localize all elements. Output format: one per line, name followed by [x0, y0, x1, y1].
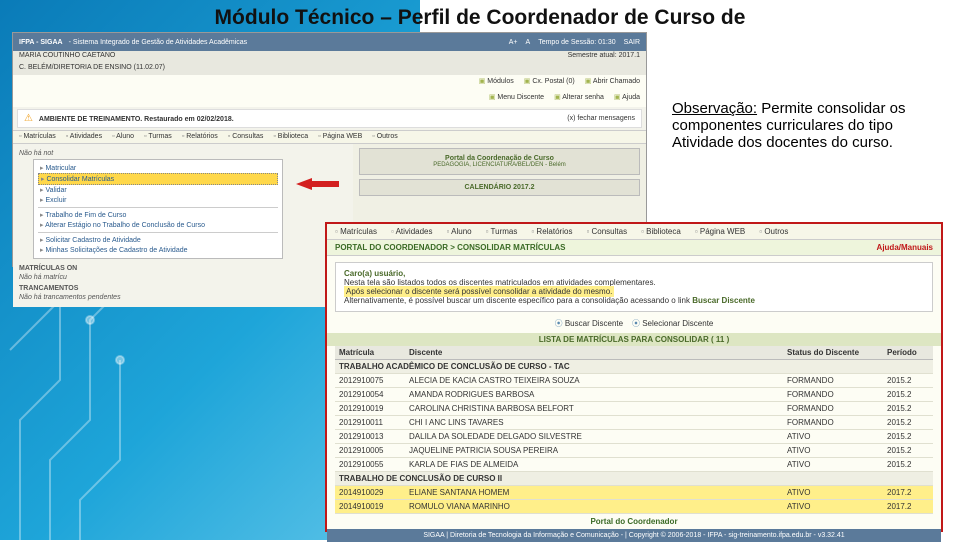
tab-aluno[interactable]: Aluno: [112, 133, 134, 141]
warning-icon: ⚠: [24, 113, 33, 124]
atividades-dropdown: Matricular Consolidar Matrículas Validar…: [33, 159, 283, 259]
tab2-turmas[interactable]: Turmas: [486, 227, 518, 236]
tab-turmas[interactable]: Turmas: [144, 133, 172, 141]
sect-trancamentos-empty: Não há trancamentos pendentes: [19, 294, 347, 301]
no-notif-text: Não há not: [19, 150, 347, 157]
main-tabs-2: Matrículas Atividades Aluno Turmas Relat…: [327, 224, 941, 240]
list-header: LISTA DE MATRÍCULAS PARA CONSOLIDAR ( 11…: [327, 333, 941, 346]
slide-title: Módulo Técnico – Perfil de Coordenador d…: [0, 0, 960, 30]
subbar2: C. BELÉM/DIRETORIA DE ENSINO (11.02.07): [13, 63, 646, 75]
table-row[interactable]: 2012910055KARLA DE FIAS DE ALMEIDAATIVO2…: [335, 458, 933, 472]
iconrow: Módulos Cx. Postal (0) Abrir Chamado: [13, 75, 646, 91]
calendar-box: CALENDÁRIO 2017.2: [359, 179, 640, 196]
tab2-aluno[interactable]: Aluno: [447, 227, 472, 236]
tab-consultas[interactable]: Consultas: [228, 133, 264, 141]
portal-title-box: Portal da Coordenação de Curso PEDAGOGIA…: [359, 148, 640, 175]
table-row[interactable]: 2012910075ALECIA DE KACIA CASTRO TEIXEIR…: [335, 374, 933, 388]
screenshot-consolidar-matriculas: Matrículas Atividades Aluno Turmas Relat…: [325, 222, 943, 532]
sect-matriculas: MATRÍCULAS ON: [19, 265, 347, 272]
dd-tfc[interactable]: Trabalho de Fim de Curso: [38, 210, 278, 220]
action-buscar-discente[interactable]: Buscar Discente: [555, 319, 623, 328]
observation-title: Observação:: [672, 100, 757, 117]
logout-link[interactable]: SAIR: [624, 39, 640, 46]
col-status: Status do Discente: [783, 346, 883, 360]
table-row[interactable]: 2012910054AMANDA RODRIGUES BARBOSAFORMAN…: [335, 388, 933, 402]
tab-matriculas[interactable]: Matrículas: [19, 133, 56, 141]
table-section: TRABALHO ACADÊMICO DE CONCLUSÃO DE CURSO…: [335, 360, 933, 374]
link-ajuda[interactable]: Ajuda: [614, 93, 640, 105]
link-alterarsenha[interactable]: Alterar senha: [554, 93, 604, 105]
dd-solicitar-cadastro[interactable]: Solicitar Cadastro de Atividade: [38, 235, 278, 245]
matriculas-table: Matrícula Discente Status do Discente Pe…: [335, 346, 933, 514]
session-time: Tempo de Sessão: 01:30: [538, 39, 615, 46]
msg-greet: Caro(a) usuário,: [344, 269, 405, 278]
info-message: Caro(a) usuário, Nesta tela são listados…: [335, 262, 933, 312]
red-arrow-annotation: [296, 178, 340, 190]
tab-relatorios[interactable]: Relatórios: [182, 133, 218, 141]
sect-matriculas-empty: Não há matrícu: [19, 274, 347, 281]
table-row[interactable]: 2012910011CHI I ANC LINS TAVARESFORMANDO…: [335, 416, 933, 430]
font-reset[interactable]: A: [526, 39, 531, 46]
table-row[interactable]: 2012910013DALILA DA SOLEDADE DELGADO SIL…: [335, 430, 933, 444]
sect-trancamentos: TRANCAMENTOS: [19, 285, 347, 292]
link-chamado[interactable]: Abrir Chamado: [585, 77, 640, 89]
msg-line3a: Alternativamente, é possível buscar um d…: [344, 296, 692, 305]
breadcrumb-bar: PORTAL DO COORDENADOR > CONSOLIDAR MATRÍ…: [327, 240, 941, 256]
tab2-outros[interactable]: Outros: [759, 227, 788, 236]
tab2-biblioteca[interactable]: Biblioteca: [641, 227, 681, 236]
col-periodo: Período: [883, 346, 933, 360]
portal-course: PEDAGOGIA, LICENCIATURA/BEL/DEN - Belém: [364, 162, 635, 168]
tab2-atividades[interactable]: Atividades: [391, 227, 433, 236]
subbar: MARIA COUTINHO CAETANO Semestre atual: 2…: [13, 51, 646, 63]
table-row[interactable]: 2012910005JAQUELINE PATRICIA SOUSA PEREI…: [335, 444, 933, 458]
help-link[interactable]: Ajuda/Manuais: [877, 243, 933, 252]
table-row[interactable]: 2012910019CAROLINA CHRISTINA BARBOSA BEL…: [335, 402, 933, 416]
col-matricula: Matrícula: [335, 346, 405, 360]
link-cxpostal[interactable]: Cx. Postal (0): [524, 77, 575, 89]
tab2-consultas[interactable]: Consultas: [586, 227, 627, 236]
topbar: IFPA - SIGAA - Sistema Integrado de Gest…: [13, 33, 646, 51]
left-panel: Não há not Matricular Consolidar Matrícu…: [13, 144, 353, 307]
app-subtitle: - Sistema Integrado de Gestão de Ativida…: [69, 39, 248, 46]
footer-bar: SIGAA | Diretoria de Tecnologia da Infor…: [327, 529, 941, 542]
org-unit: C. BELÉM/DIRETORIA DE ENSINO (11.02.07): [19, 64, 165, 74]
close-messages-link[interactable]: (x) fechar mensagens: [567, 115, 635, 122]
msg-buscar-discente-link[interactable]: Buscar Discente: [692, 296, 755, 305]
dd-matricular[interactable]: Matricular: [38, 163, 278, 173]
dd-consolidar-matriculas[interactable]: Consolidar Matrículas: [38, 173, 278, 185]
semester-label: Semestre atual: 2017.1: [568, 52, 640, 62]
tab2-paginaweb[interactable]: Página WEB: [695, 227, 745, 236]
observation-box: Observação: Permite consolidar os compon…: [672, 100, 942, 151]
link-menudiscente[interactable]: Menu Discente: [489, 93, 544, 105]
dd-minhas-solicitacoes[interactable]: Minhas Solicitações de Cadastro de Ativi…: [38, 245, 278, 255]
tab-biblioteca[interactable]: Biblioteca: [273, 133, 308, 141]
portal-link[interactable]: Portal do Coordenador: [327, 514, 941, 529]
tab2-matriculas[interactable]: Matrículas: [335, 227, 377, 236]
user-name: MARIA COUTINHO CAETANO: [19, 52, 115, 62]
portal-title: Portal da Coordenação de Curso: [364, 155, 635, 162]
warning-text: AMBIENTE DE TREINAMENTO. Restaurado em 0…: [39, 116, 234, 123]
action-selecionar-discente: Selecionar Discente: [632, 319, 713, 328]
dd-validar[interactable]: Validar: [38, 185, 278, 195]
warning-banner: ⚠ AMBIENTE DE TREINAMENTO. Restaurado em…: [17, 109, 642, 128]
breadcrumb: PORTAL DO COORDENADOR > CONSOLIDAR MATRÍ…: [335, 243, 565, 252]
iconrow2: Menu Discente Alterar senha Ajuda: [13, 91, 646, 107]
font-larger[interactable]: A+: [509, 39, 518, 46]
action-legend: Buscar Discente Selecionar Discente: [327, 314, 941, 333]
dd-alterar-estagio[interactable]: Alterar Estágio no Trabalho de Conclusão…: [38, 220, 278, 230]
tab-atividades[interactable]: Atividades: [66, 133, 102, 141]
dd-excluir[interactable]: Excluir: [38, 195, 278, 205]
app-name: IFPA - SIGAA: [19, 39, 63, 46]
table-row[interactable]: 2014910029ELIANE SANTANA HOMEMATIVO2017.…: [335, 486, 933, 500]
main-tabs: Matrículas Atividades Aluno Turmas Relat…: [13, 130, 646, 144]
tab2-relatorios[interactable]: Relatórios: [531, 227, 572, 236]
col-discente: Discente: [405, 346, 783, 360]
table-row[interactable]: 2014910019ROMULO VIANA MARINHOATIVO2017.…: [335, 500, 933, 514]
tab-outros[interactable]: Outros: [372, 133, 397, 141]
tab-paginaweb[interactable]: Página WEB: [318, 133, 362, 141]
table-section: TRABALHO DE CONCLUSÃO DE CURSO II: [335, 472, 933, 486]
link-modulos[interactable]: Módulos: [479, 77, 514, 89]
